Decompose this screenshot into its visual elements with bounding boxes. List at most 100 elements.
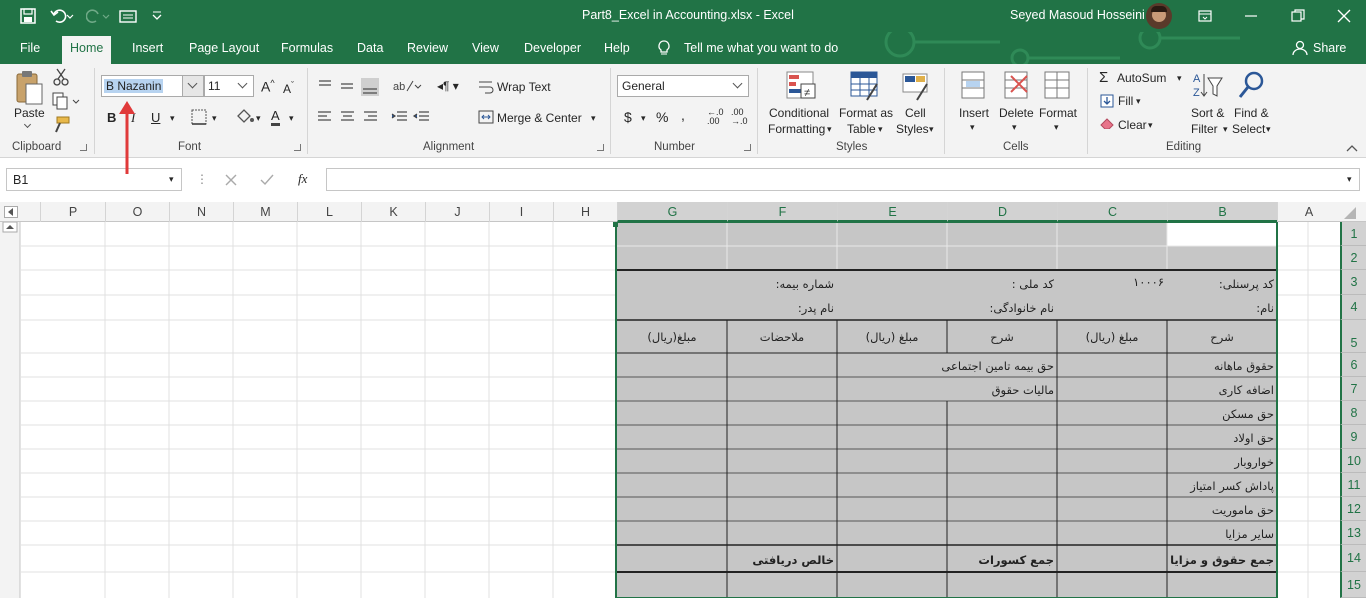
cancel-entry-icon[interactable]	[225, 174, 237, 186]
conditional-formatting-label2[interactable]: Formatting	[768, 122, 825, 136]
increase-font-icon[interactable]: A^	[261, 78, 275, 95]
net-pay-label[interactable]: خالص دریافتی	[730, 553, 834, 567]
name-box[interactable]: B1 ▾	[6, 168, 182, 191]
list-item[interactable]: پاداش کسر امتیاز	[1170, 479, 1274, 493]
row-header[interactable]: 5	[1340, 320, 1366, 353]
comma-style-icon[interactable]: ,	[681, 107, 685, 123]
fill-dropdown-icon[interactable]: ▾	[1136, 96, 1141, 107]
header-notes[interactable]: ملاحضات	[727, 330, 837, 344]
form-icon[interactable]	[119, 8, 137, 24]
format-as-table-label2[interactable]: Table	[847, 122, 876, 136]
number-launcher-icon[interactable]	[744, 144, 751, 151]
merge-dropdown-icon[interactable]: ▾	[591, 113, 596, 124]
column-header-n[interactable]: N	[169, 202, 233, 222]
cell-styles-label2[interactable]: Styles	[896, 122, 929, 136]
ribbon-display-icon[interactable]	[1198, 9, 1212, 23]
row-header[interactable]: 3	[1340, 270, 1366, 295]
tab-formulas[interactable]: Formulas	[281, 41, 333, 55]
row-header[interactable]: 9	[1340, 425, 1366, 449]
row-header[interactable]: 2	[1340, 246, 1366, 270]
tab-page-layout[interactable]: Page Layout	[189, 41, 259, 55]
number-format-combo[interactable]: General	[617, 75, 749, 97]
bold-button[interactable]: B	[107, 110, 116, 125]
row-header[interactable]: 8	[1340, 401, 1366, 425]
fill-button[interactable]: Fill	[1118, 94, 1133, 108]
format-as-table-label1[interactable]: Format as	[839, 106, 893, 120]
eraser-icon[interactable]	[1100, 117, 1114, 129]
insert-cells-icon[interactable]	[958, 70, 988, 102]
undo-icon[interactable]	[50, 8, 74, 24]
row-header[interactable]: 4	[1340, 295, 1366, 320]
column-header-f[interactable]: F	[727, 202, 837, 222]
row-header[interactable]: 6	[1340, 353, 1366, 377]
minimize-icon[interactable]	[1244, 9, 1258, 23]
delete-cells-icon[interactable]	[1001, 70, 1031, 102]
list-item[interactable]: خواروبار	[1170, 455, 1274, 469]
font-name-combo[interactable]: B Nazanin	[101, 75, 204, 97]
vertical-align-icons[interactable]	[317, 78, 383, 96]
clipboard-launcher-icon[interactable]	[80, 144, 87, 151]
delete-dropdown-icon[interactable]: ▾	[1012, 122, 1017, 133]
fill-icon[interactable]	[1100, 94, 1114, 108]
header-amount-1[interactable]: مبلغ (ریال)	[1057, 330, 1167, 344]
customize-qat-icon[interactable]	[151, 10, 163, 22]
list-item[interactable]: سایر مزایا	[1170, 527, 1274, 541]
tab-help[interactable]: Help	[604, 41, 630, 55]
fill-color-dropdown-icon[interactable]: ▾	[256, 113, 261, 124]
copy-icon[interactable]	[52, 92, 80, 110]
underline-dropdown-icon[interactable]: ▾	[170, 113, 175, 124]
find-select-label1[interactable]: Find &	[1234, 106, 1269, 120]
clear-dropdown-icon[interactable]: ▾	[1148, 120, 1153, 131]
column-header-a[interactable]: A	[1277, 202, 1340, 222]
find-select-icon[interactable]	[1237, 70, 1267, 102]
currency-dropdown-icon[interactable]: ▾	[641, 113, 646, 124]
orientation-icon[interactable]: ab	[393, 78, 423, 94]
autosum-icon[interactable]: Σ	[1099, 69, 1108, 86]
tab-view[interactable]: View	[472, 41, 499, 55]
header-amount-2[interactable]: مبلغ (ریال)	[837, 330, 947, 344]
name-box-dropdown-icon[interactable]: ▾	[169, 174, 174, 185]
column-header-h[interactable]: H	[553, 202, 617, 222]
indent-icons[interactable]	[391, 110, 433, 124]
list-item[interactable]: حق مسکن	[1170, 407, 1274, 421]
chevron-down-icon[interactable]	[732, 78, 743, 89]
row-header[interactable]: 15	[1340, 572, 1366, 598]
column-header-e[interactable]: E	[837, 202, 947, 222]
expand-formula-icon[interactable]: ▾	[1347, 174, 1352, 185]
underline-button[interactable]: U	[151, 110, 160, 125]
list-item[interactable]: حق اولاد	[1170, 431, 1274, 445]
format-cells-button[interactable]: Format	[1039, 106, 1077, 120]
conditional-formatting-dropdown-icon[interactable]: ▾	[827, 124, 832, 135]
borders-icon[interactable]	[191, 109, 207, 125]
close-icon[interactable]	[1337, 9, 1351, 23]
tab-developer[interactable]: Developer	[524, 41, 581, 55]
format-painter-icon[interactable]	[52, 116, 70, 134]
find-select-label2[interactable]: Select	[1232, 122, 1265, 136]
column-header-j[interactable]: J	[425, 202, 489, 222]
font-size-value[interactable]: 11	[208, 79, 220, 93]
number-format-value[interactable]: General	[622, 79, 665, 93]
decrease-font-icon[interactable]: Aˇ	[283, 80, 294, 96]
list-item[interactable]: حقوق ماهانه	[1170, 359, 1274, 373]
name-box-value[interactable]: B1	[13, 173, 28, 187]
cell-styles-icon[interactable]	[901, 70, 933, 102]
header-description-2[interactable]: شرح	[947, 330, 1057, 344]
save-icon[interactable]	[20, 8, 36, 24]
formula-input[interactable]: ▾	[326, 168, 1360, 191]
horizontal-align-icons[interactable]	[317, 110, 379, 124]
row-header[interactable]: 13	[1340, 521, 1366, 545]
sort-filter-icon[interactable]: AZ	[1192, 70, 1224, 102]
font-size-combo[interactable]: 11	[204, 75, 254, 97]
header-description-1[interactable]: شرح	[1167, 330, 1277, 344]
format-dropdown-icon[interactable]: ▾	[1054, 122, 1059, 133]
personnel-code-value[interactable]: ۱۰۰۰۶	[1062, 275, 1164, 289]
column-header-g[interactable]: G	[617, 202, 727, 222]
insert-cells-button[interactable]: Insert	[959, 106, 989, 120]
insurance-number-label[interactable]: شماره بیمه:	[730, 277, 834, 291]
delete-cells-button[interactable]: Delete	[999, 106, 1034, 120]
column-header-m[interactable]: M	[233, 202, 297, 222]
restore-icon[interactable]	[1291, 9, 1305, 23]
percent-icon[interactable]: %	[656, 109, 668, 125]
tab-data[interactable]: Data	[357, 41, 383, 55]
name-label[interactable]: نام:	[1170, 301, 1274, 315]
